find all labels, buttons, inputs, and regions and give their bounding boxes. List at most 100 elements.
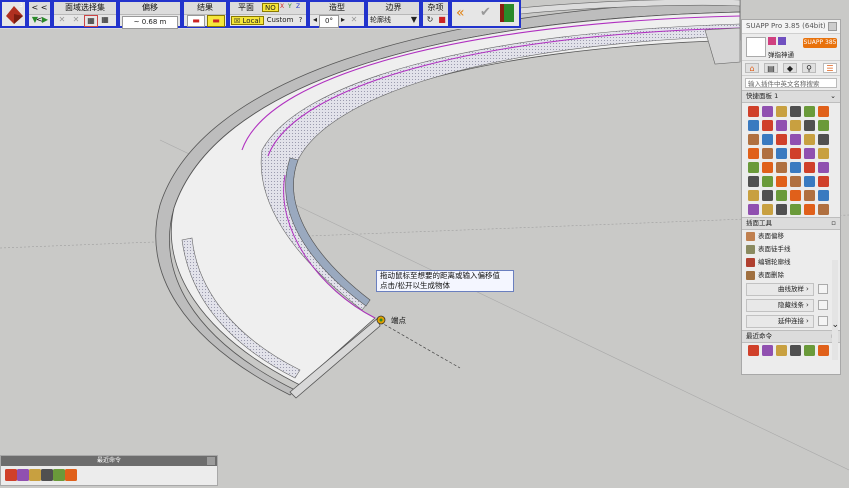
quick-tool-icon-37[interactable]: [762, 190, 773, 201]
quick-tool-icon-43[interactable]: [762, 204, 773, 215]
tool-item-edit-outline[interactable]: 编辑轮廓线: [742, 256, 840, 269]
category-pin-icon[interactable]: [818, 300, 828, 310]
toolbar-logo-group[interactable]: 3: [0, 0, 27, 28]
recent-bottom-icon-4[interactable]: [53, 469, 65, 481]
quick-tool-icon-6[interactable]: [748, 120, 759, 131]
recent-command-icons[interactable]: [742, 343, 840, 359]
search-icon[interactable]: ⚲: [802, 63, 816, 73]
plugin-search-input[interactable]: 输入插件中英文名称搜索: [745, 78, 837, 88]
quick-tool-icon-7[interactable]: [762, 120, 773, 131]
recent-tool-icon-0[interactable]: [748, 345, 759, 356]
user-badge-icon[interactable]: [768, 37, 776, 45]
recent-bottom-icon-3[interactable]: [41, 469, 53, 481]
result-face-icon[interactable]: ▬: [187, 15, 205, 27]
panel-title-bar[interactable]: SUAPP Pro 3.85 (64bit): [742, 20, 840, 34]
quick-tool-icon-17[interactable]: [818, 134, 829, 145]
panel-scrollbar[interactable]: [832, 260, 838, 360]
quick-tool-icon-31[interactable]: [762, 176, 773, 187]
shape-next-icon[interactable]: ▸: [339, 15, 347, 25]
result-solid-icon[interactable]: ▬: [207, 15, 225, 27]
recent-tool-icon-1[interactable]: [762, 345, 773, 356]
plane-custom-label[interactable]: Custom: [266, 15, 294, 26]
recent-section-header[interactable]: 最近命令 ▫: [742, 330, 840, 343]
quick-tool-icon-22[interactable]: [804, 148, 815, 159]
quick-tool-icon-26[interactable]: [776, 162, 787, 173]
undo-arrow-icon[interactable]: «: [456, 5, 465, 21]
category-extend-connect[interactable]: 延伸连接 ›: [746, 314, 836, 330]
quick-tool-icon-39[interactable]: [790, 190, 801, 201]
offset-value-input[interactable]: ~ 0.68 m: [122, 16, 178, 29]
quick-tool-icon-4[interactable]: [804, 106, 815, 117]
suapp-brand-badge[interactable]: SUAPP 385: [803, 38, 837, 48]
quick-tool-icon-25[interactable]: [762, 162, 773, 173]
quick-tool-icon-1[interactable]: [762, 106, 773, 117]
category-curve-loft[interactable]: 曲线放样 ›: [746, 282, 836, 298]
quick-tool-icon-42[interactable]: [748, 204, 759, 215]
quick-tool-icon-27[interactable]: [790, 162, 801, 173]
quick-tool-icon-44[interactable]: [776, 204, 787, 215]
plane-no-toggle[interactable]: NO: [262, 3, 279, 12]
recent-tool-icon-5[interactable]: [818, 345, 829, 356]
quick-tool-icon-41[interactable]: [818, 190, 829, 201]
quick-tool-icon-34[interactable]: [804, 176, 815, 187]
quick-tool-icon-35[interactable]: [818, 176, 829, 187]
username[interactable]: 弹指神通: [768, 49, 794, 59]
quick-tool-icon-38[interactable]: [776, 190, 787, 201]
shape-prev-icon[interactable]: ◂: [311, 15, 319, 25]
recent-bottom-icon-2[interactable]: [29, 469, 41, 481]
stop-icon[interactable]: ■: [436, 15, 448, 25]
tool-item-surface-offset[interactable]: 表面偏移: [742, 230, 840, 243]
quick-tool-icon-21[interactable]: [790, 148, 801, 159]
recent-tool-icon-3[interactable]: [790, 345, 801, 356]
quick-tool-icon-13[interactable]: [762, 134, 773, 145]
recent-tool-icon-2[interactable]: [776, 345, 787, 356]
quick-tool-icon-19[interactable]: [762, 148, 773, 159]
quick-tool-icon-18[interactable]: [748, 148, 759, 159]
quick-tool-icon-23[interactable]: [818, 148, 829, 159]
category-pin-icon[interactable]: [818, 284, 828, 294]
home-icon[interactable]: ⌂: [745, 63, 759, 73]
shape-angle-input[interactable]: 0°: [319, 15, 339, 28]
recent-bottom-icon-0[interactable]: [5, 469, 17, 481]
quick-tool-icon-28[interactable]: [804, 162, 815, 173]
recent-bottom-icon-5[interactable]: [65, 469, 77, 481]
chevron-down-icon[interactable]: ⌄: [830, 91, 836, 102]
quick-tool-icon-16[interactable]: [804, 134, 815, 145]
quick-tool-icon-40[interactable]: [804, 190, 815, 201]
quick-tool-icon-14[interactable]: [776, 134, 787, 145]
quick-tool-icon-20[interactable]: [776, 148, 787, 159]
plane-help-button[interactable]: ?: [296, 15, 305, 26]
tools-section-header[interactable]: 插面工具 ▫: [742, 217, 840, 230]
quick-tool-grid[interactable]: [742, 103, 840, 215]
user-vip-icon[interactable]: [778, 37, 786, 45]
quick-tool-icon-24[interactable]: [748, 162, 759, 173]
quick-tool-icon-9[interactable]: [790, 120, 801, 131]
quick-tool-icon-11[interactable]: [818, 120, 829, 131]
quick-panel-header[interactable]: 快捷面板 1 ⌄: [742, 90, 840, 103]
plane-local-toggle[interactable]: ☒ Local: [231, 16, 264, 25]
recent-bottom-icon-1[interactable]: [17, 469, 29, 481]
list-icon[interactable]: ▤: [764, 63, 778, 73]
tool-item-surface-delete[interactable]: 表面删除: [742, 269, 840, 282]
quick-tool-icon-15[interactable]: [790, 134, 801, 145]
quick-tool-icon-47[interactable]: [818, 204, 829, 215]
plane-axis-y[interactable]: Y: [288, 3, 292, 10]
quick-tool-icon-8[interactable]: [776, 120, 787, 131]
dropdown-arrow-icon[interactable]: ▼: [408, 15, 420, 25]
quick-tool-icon-5[interactable]: [818, 106, 829, 117]
face-clear-icon[interactable]: ✕: [56, 15, 68, 25]
category-hide-lines[interactable]: 隐藏线条 ›: [746, 298, 836, 314]
tool-item-freehand[interactable]: 表面徒手线: [742, 243, 840, 256]
shape-clear-icon[interactable]: ✕: [348, 15, 360, 25]
quick-tool-icon-29[interactable]: [818, 162, 829, 173]
quick-tool-icon-12[interactable]: [748, 134, 759, 145]
quick-tool-icon-46[interactable]: [804, 204, 815, 215]
plane-axis-x[interactable]: X: [280, 3, 284, 10]
quick-tool-icon-10[interactable]: [804, 120, 815, 131]
exit-door-icon[interactable]: [500, 4, 514, 22]
confirm-check-icon[interactable]: ✔: [480, 5, 491, 20]
recent-tool-icon-4[interactable]: [804, 345, 815, 356]
refresh-icon[interactable]: ↻: [424, 15, 436, 25]
arrow-right-icon[interactable]: ▶: [39, 15, 51, 25]
recent-command-icons[interactable]: [1, 466, 217, 486]
